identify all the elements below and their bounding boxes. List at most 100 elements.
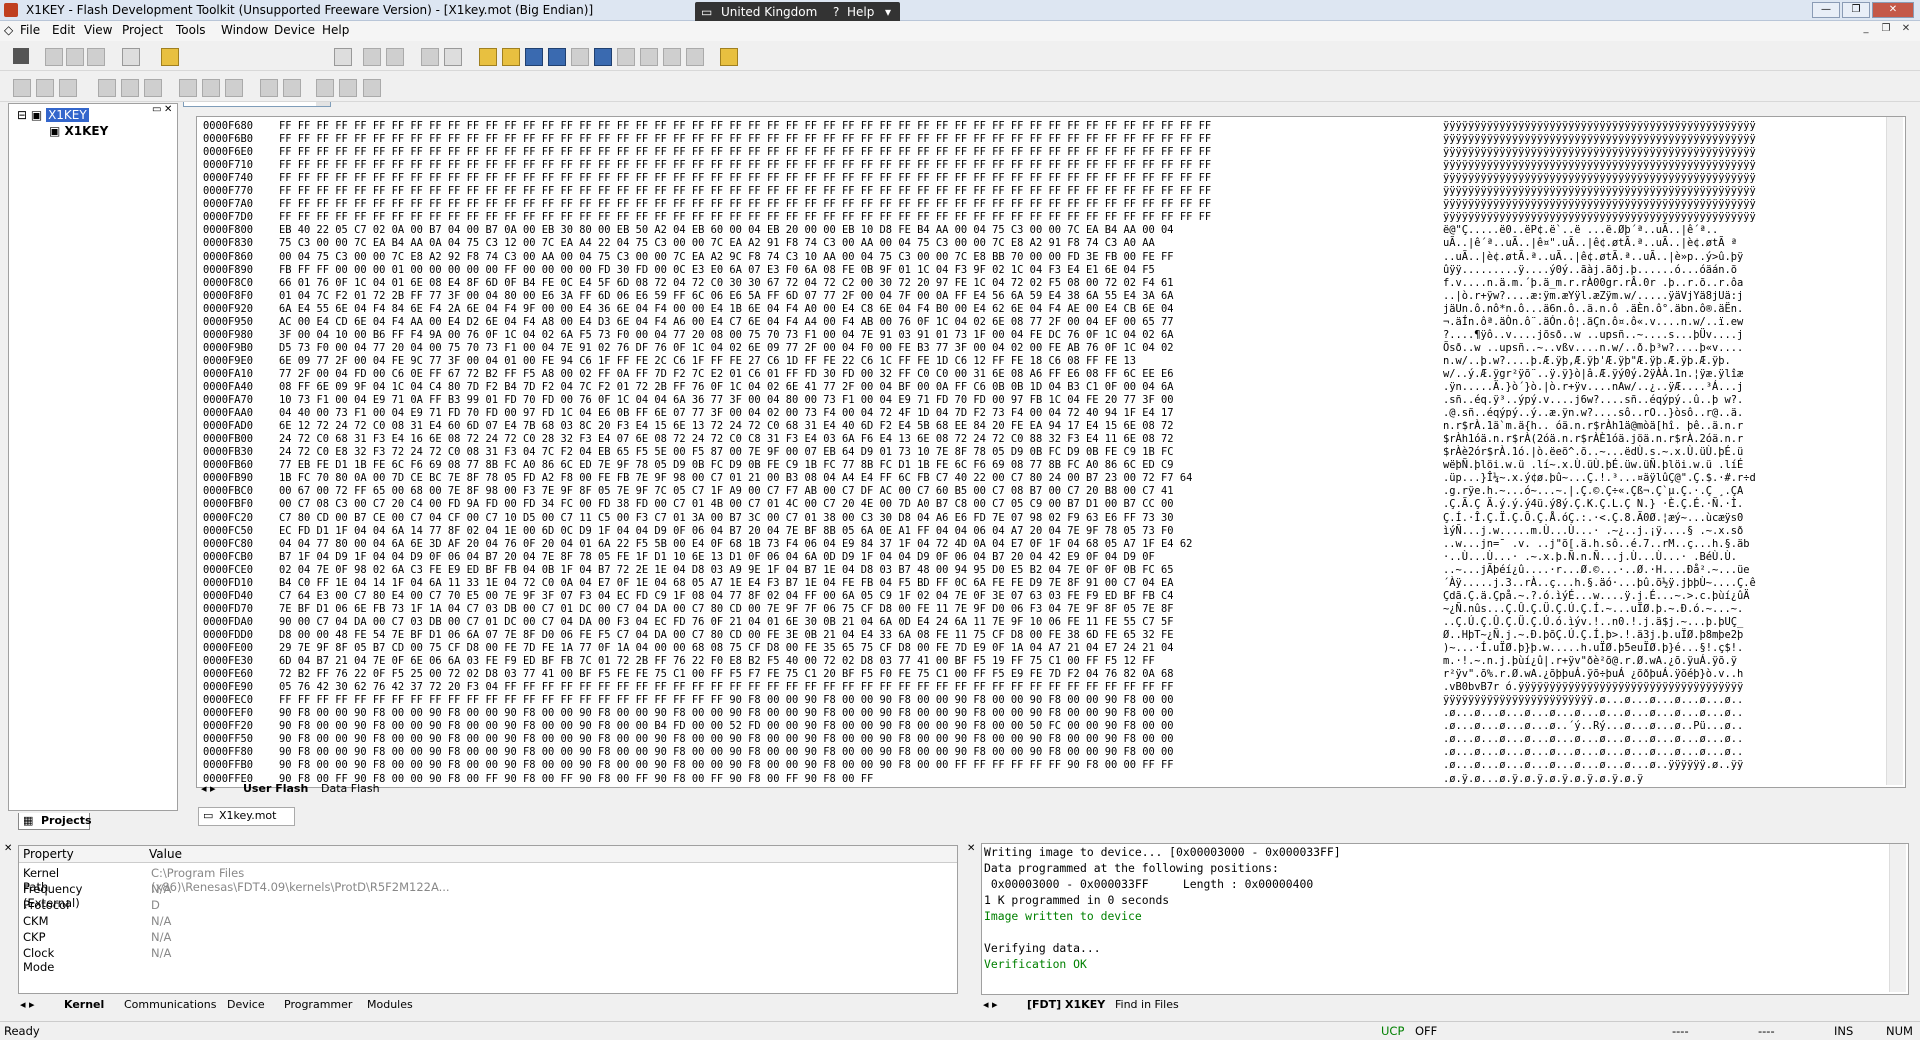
hex-ascii[interactable]: Õsð..w ..upsñ..~..vßv....n.w/..ð.þ³w?...… xyxy=(1443,342,1743,355)
tab-nav-arrows[interactable]: ◂ ▸ xyxy=(201,782,216,795)
tree-child[interactable]: ▣ X1KEY xyxy=(49,124,108,138)
copy-icon[interactable] xyxy=(66,48,84,66)
hex-ascii[interactable]: .ø...ø...ø...ø...ø...ø...ø...ø...ø...ø..… xyxy=(1443,733,1743,746)
tab-fdt-x1key[interactable]: [FDT] X1KEY xyxy=(1027,998,1105,1011)
hex-ascii[interactable]: ´Àÿ.....j.3..rÀ..ç...h.§.äó·...þû.õ½ÿ.jþ… xyxy=(1443,577,1756,590)
hex-ascii[interactable]: )~...·Í.uÏØ.þ}þ.w.....h.uÏØ.þ5euÏØ.þ}é..… xyxy=(1443,642,1743,655)
hex-bytes[interactable]: 6A E4 55 6E 04 F4 84 6E F4 2A 6E 04 F4 9… xyxy=(279,303,1174,316)
download-icon[interactable] xyxy=(479,48,497,66)
tab-projects[interactable]: ▦ Projects xyxy=(18,813,92,830)
hex-bytes[interactable]: 75 C3 00 00 7C EA B4 AA 0A 04 75 C3 12 0… xyxy=(279,237,1155,250)
endian-be-icon[interactable] xyxy=(179,79,197,97)
hex-bytes[interactable]: 00 67 00 72 FF 65 00 68 00 7E 8F 98 00 F… xyxy=(279,485,1174,498)
mdi-close-button[interactable]: ✕ xyxy=(1898,23,1914,37)
hex-bytes[interactable]: C7 80 CD 00 B7 CE 00 C7 04 CF 00 C7 10 D… xyxy=(279,512,1174,525)
tree-root[interactable]: ⊟ ▣ X1KEY xyxy=(17,108,89,122)
hex-ascii[interactable]: ÿÿÿÿÿÿÿÿÿÿÿÿÿÿÿÿÿÿÿÿÿÿÿÿÿÿÿÿÿÿÿÿÿÿÿÿÿÿÿÿ… xyxy=(1443,185,1756,198)
hex-bytes[interactable]: FF FF FF FF FF FF FF FF FF FF FF FF FF F… xyxy=(279,694,1174,707)
hex-ascii[interactable]: ÿÿÿÿÿÿÿÿÿÿÿÿÿÿÿÿÿÿÿÿÿÿÿÿÿÿÿÿÿÿÿÿÿÿÿÿÿÿÿÿ… xyxy=(1443,133,1756,146)
hex-bytes[interactable]: 77 2F 00 04 FD 00 C6 0E FF 67 72 B2 FF F… xyxy=(279,368,1174,381)
cut-icon[interactable] xyxy=(45,48,63,66)
hex-ascii[interactable]: .ø...ø...ø...ø...ø...ø...ø...ø...ø...ø..… xyxy=(1443,746,1743,759)
hex-ascii[interactable]: ÿÿÿÿÿÿÿÿÿÿÿÿÿÿÿÿÿÿÿÿÿÿÿÿÿÿÿÿÿÿÿÿÿÿÿÿÿÿÿÿ… xyxy=(1443,172,1756,185)
hex-ascii[interactable]: ..|ò.r+ÿw?....æ:ÿm.æYÿl.æZÿm.w/.....ÿäVj… xyxy=(1443,290,1743,303)
program-flash-icon[interactable] xyxy=(502,48,520,66)
hex-bytes[interactable]: 6D 04 B7 21 04 7E 0F 6E 06 6A 03 FE F9 E… xyxy=(279,655,1155,668)
hex-bytes[interactable]: FF FF FF FF FF FF FF FF FF FF FF FF FF F… xyxy=(279,198,1211,211)
hex-bytes[interactable]: 6E 12 72 24 72 C0 08 31 E4 60 6D 07 E4 7… xyxy=(279,420,1174,433)
hex-bytes[interactable]: 90 00 C7 04 DA 00 C7 03 DB 00 C7 01 DC 0… xyxy=(279,616,1174,629)
hex-ascii[interactable]: .vB0bvB7r ó.ÿÿÿÿÿÿÿÿÿÿÿÿÿÿÿÿÿÿÿÿÿÿÿÿÿÿÿÿ… xyxy=(1443,681,1743,694)
hex-ascii[interactable]: uÃ..|ê´ª..uÃ..|ê¤".uÃ..|ê¢.øtÃ.ª..uÃ..|è… xyxy=(1443,237,1737,250)
checksum-icon[interactable] xyxy=(571,48,589,66)
hex-ascii[interactable]: ÿÿÿÿÿÿÿÿÿÿÿÿÿÿÿÿÿÿÿÿÿÿÿÿÿÿÿÿÿÿÿÿÿÿÿÿÿÿÿÿ… xyxy=(1443,198,1756,211)
hex-bytes[interactable]: FF FF FF FF FF FF FF FF FF FF FF FF FF F… xyxy=(279,172,1211,185)
language-bar-menu-icon[interactable]: ▾ xyxy=(885,5,891,19)
hex-bytes[interactable]: 90 F8 00 00 90 F8 00 00 90 F8 00 00 90 F… xyxy=(279,707,1174,720)
hex-ascii[interactable]: $rÀh1óä.n.r$rÀ(2óä.n.r$rÀÈ1óä.jöä.n.r$rÀ… xyxy=(1443,433,1743,446)
hex-ascii[interactable]: ÿÿÿÿÿÿÿÿÿÿÿÿÿÿÿÿÿÿÿÿÿÿÿÿÿÿÿÿÿÿÿÿÿÿÿÿÿÿÿÿ… xyxy=(1443,159,1756,172)
blank-check-icon[interactable] xyxy=(594,48,612,66)
hex-ascii[interactable]: ..uÃ..|è¢.øtÃ.ª..uÃ..|ê¢.øtÃ.ª..uÃ..|è»p… xyxy=(1443,251,1743,264)
minimize-button[interactable]: — xyxy=(1812,2,1840,18)
hex-bytes[interactable]: FF FF FF FF FF FF FF FF FF FF FF FF FF F… xyxy=(279,185,1211,198)
menu-device[interactable]: Device xyxy=(274,23,315,37)
connect-icon[interactable] xyxy=(421,48,439,66)
paste-icon[interactable] xyxy=(87,48,105,66)
hex-bytes[interactable]: 77 EB FE D1 1B FE 6C F6 69 08 77 8B FC A… xyxy=(279,459,1174,472)
hex-bytes[interactable]: 90 F8 00 00 90 F8 00 00 90 F8 00 00 90 F… xyxy=(279,733,1174,746)
hex-ascii[interactable]: ûÿÿ.........ÿ....ý0ý..ãàj.ãðj.þ......ó..… xyxy=(1443,264,1737,277)
hex-editor[interactable]: 0000F680 FF FF FF FF FF FF FF FF FF FF FF… xyxy=(196,116,1906,788)
maximize-button[interactable]: ❐ xyxy=(1842,2,1870,18)
hex-ascii[interactable]: f.v....n.ä.m.´þ.ä_m.r.rÀ00gr.rÂ.0r .þ..r… xyxy=(1443,277,1743,290)
hex-bytes[interactable]: 24 72 C0 68 31 F3 E4 16 6E 08 72 24 72 C… xyxy=(279,433,1174,446)
hex-ascii[interactable]: ¬.äÍn.ôª.äÒn.ô¨.äÓn.ô¦.äÇn.ô¤.ô«.v....n.… xyxy=(1443,316,1743,329)
hex-ascii[interactable]: .ø...ø...ø...ø...ø...ø...ø...ø...ø..ÿÿÿÿ… xyxy=(1443,759,1743,772)
hex-bytes[interactable]: 05 76 42 30 62 76 42 37 72 20 F3 04 FF F… xyxy=(279,681,1174,694)
hex-bytes[interactable]: 04 40 00 73 F1 00 04 E9 71 FD 70 FD 00 9… xyxy=(279,407,1174,420)
hex-ascii[interactable]: ?....¶ÿô..v....jõsð..w ..upsñ..~....s...… xyxy=(1443,329,1743,342)
hex-scrollbar[interactable] xyxy=(1886,117,1903,785)
hex-ascii[interactable]: Ç.Í.·Î.Ç.Ï.Ç.Õ.Ç.Å.óÇ.:.·<.Ç.8.Ã0Ø.¦æý~.… xyxy=(1443,512,1743,525)
hex-bytes[interactable]: 04 04 77 80 00 04 6A 6E 3D AF 20 04 76 0… xyxy=(279,538,1192,551)
output-close-icon[interactable]: ✕ xyxy=(967,843,975,854)
hex-bytes[interactable]: B4 C0 FF 1E 04 14 1F 04 6A 11 33 1E 04 7… xyxy=(279,577,1174,590)
menu-file[interactable]: File xyxy=(20,23,40,37)
hex-ascii[interactable]: ..Ç.Ú.Ç.Û.Ç.Ü.Ç.Ú.ó.ìýv.!..n0.!.j.ä$j.~.… xyxy=(1443,616,1743,629)
hex-ascii[interactable]: .Ç.Ã.Ç Ä.ý.ý.ý4ü.ý8ý.Ç.K.Ç.L.Ç N.} ·È.Ç.… xyxy=(1443,498,1743,511)
hex-bytes[interactable]: 02 04 7E 0F 98 02 6A C3 FE E9 ED BF FB 0… xyxy=(279,564,1174,577)
hex-ascii[interactable]: jäUn.ô.nô*n.ô...ä6n.ô..ä.n.ô .äÈn.ô°.äbn… xyxy=(1443,303,1743,316)
output-scrollbar[interactable] xyxy=(1889,844,1906,992)
endian-toggle-icon[interactable] xyxy=(202,79,220,97)
tab-find-in-files[interactable]: Find in Files xyxy=(1115,998,1179,1011)
view-long-icon[interactable] xyxy=(144,79,162,97)
tab-device[interactable]: Device xyxy=(227,998,265,1011)
menu-tools[interactable]: Tools xyxy=(176,23,206,37)
doc-tab-label[interactable]: X1key.mot xyxy=(219,809,276,822)
menu-edit[interactable]: Edit xyxy=(52,23,75,37)
hex-bytes[interactable]: 08 FF 6E 09 9F 04 1C 04 C4 80 7D F2 B4 7… xyxy=(279,381,1174,394)
expand-icon[interactable]: ⊟ xyxy=(17,108,27,122)
compare-icon[interactable] xyxy=(548,48,566,66)
hex-bytes[interactable]: D5 73 F0 00 04 77 20 04 00 75 70 73 F1 0… xyxy=(279,342,1174,355)
mdi-restore-button[interactable]: ❐ xyxy=(1878,23,1894,37)
stop-icon[interactable] xyxy=(686,48,704,66)
tab-kernel[interactable]: Kernel xyxy=(64,998,104,1011)
new-project-icon[interactable] xyxy=(13,79,31,97)
hex-ascii[interactable]: ìýÑ...j.w.....m.Ù...Ù...· .~¿..j.¡ÿ....§… xyxy=(1443,525,1743,538)
hex-ascii[interactable]: n.r$rÀ.1ä`m.ä{h.. óä.n.r$rÀh1ä@mòä[hî. þ… xyxy=(1443,420,1743,433)
hex-bytes[interactable]: 90 F8 00 00 90 F8 00 00 90 F8 00 00 90 F… xyxy=(279,746,1174,759)
hex-bytes[interactable]: 29 7E 9F 8F 05 B7 CD 00 75 CF D8 00 FE 7… xyxy=(279,642,1174,655)
menu-window[interactable]: Window xyxy=(221,23,268,37)
upload-icon[interactable] xyxy=(525,48,543,66)
menu-view[interactable]: View xyxy=(84,23,112,37)
hex-bytes[interactable]: 90 F8 00 00 90 F8 00 00 90 F8 00 00 90 F… xyxy=(279,759,1174,772)
tab-modules[interactable]: Modules xyxy=(367,998,413,1011)
hex-bytes[interactable]: 7E BF D1 06 6E FB 73 1F 1A 04 C7 03 DB 0… xyxy=(279,603,1174,616)
run-icon[interactable] xyxy=(617,48,635,66)
hex-bytes[interactable]: FF FF FF FF FF FF FF FF FF FF FF FF FF F… xyxy=(279,146,1211,159)
col-value[interactable]: Value xyxy=(149,847,182,861)
save-icon[interactable] xyxy=(13,48,29,64)
hex-bytes[interactable]: 01 04 7C F2 01 72 2B FF 77 3F 00 04 80 0… xyxy=(279,290,1174,303)
find-in-files-icon[interactable] xyxy=(161,48,179,66)
